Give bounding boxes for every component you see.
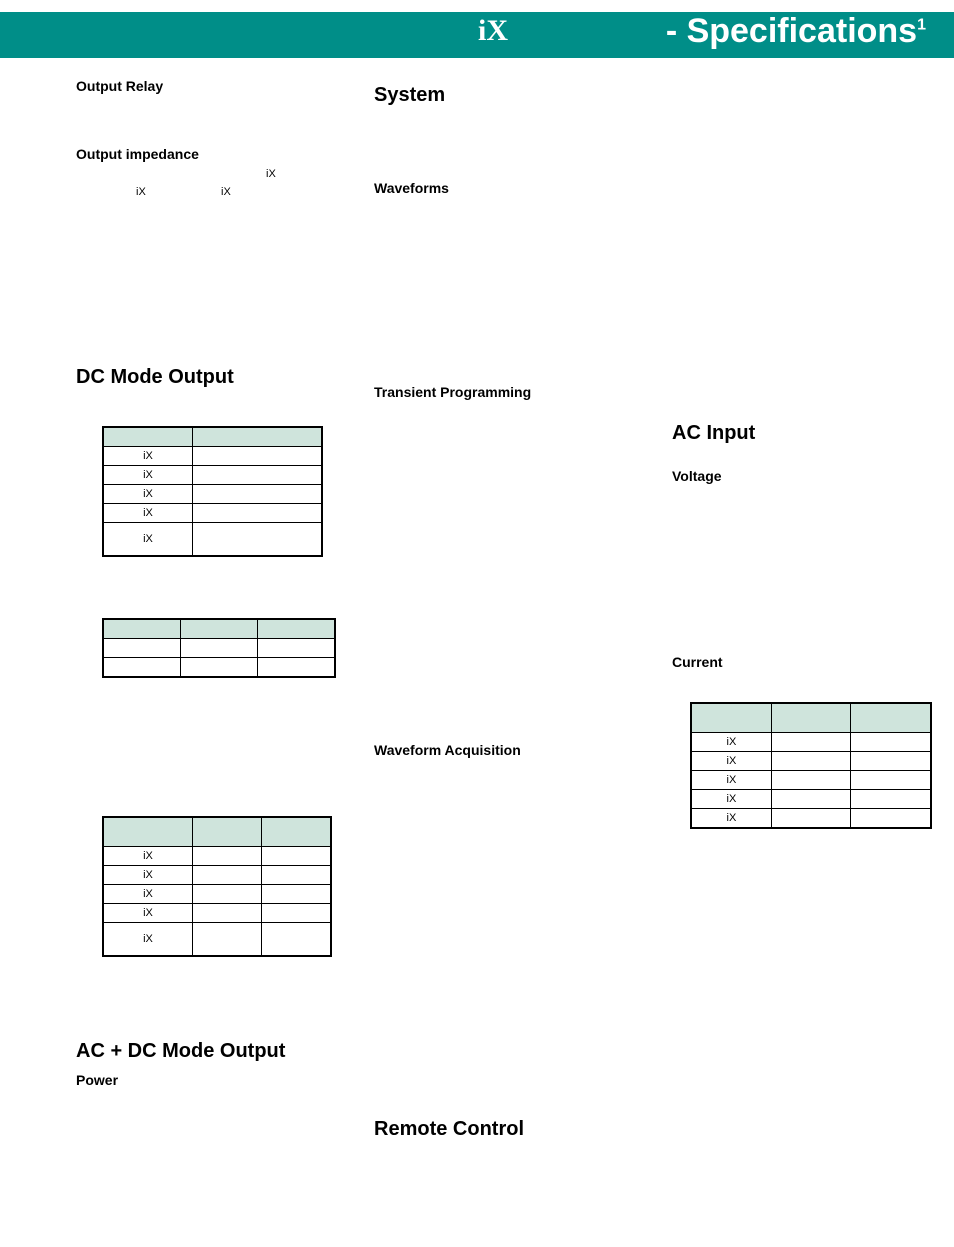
dc2-r1c1 [181, 658, 258, 678]
heading-transient: Transient Programming [374, 384, 531, 400]
cur-r1c2 [851, 752, 931, 771]
banner-title-text: - Specifications [666, 12, 917, 50]
dc3-r4c2 [262, 923, 332, 957]
dc3-r2c2 [262, 885, 332, 904]
dc3-r4c1 [193, 923, 262, 957]
cur-r1c1 [771, 752, 851, 771]
dc1-h0 [103, 427, 193, 447]
heading-ac-input: AC Input [672, 422, 755, 445]
oi-ix-a: iX [266, 168, 276, 180]
banner-title-sup: 1 [917, 17, 926, 34]
heading-remote: Remote Control [374, 1118, 524, 1141]
heading-power: Power [76, 1072, 118, 1088]
dc1-r4c0: iX [103, 523, 193, 557]
dc1-r1c1 [193, 466, 323, 485]
dc1-r0c1 [193, 447, 323, 466]
dc-table-1: iX iX iX iX iX [102, 426, 323, 557]
dc3-r3c1 [193, 904, 262, 923]
current-table: iX iX iX iX iX [690, 702, 932, 829]
dc3-r3c0: iX [103, 904, 193, 923]
dc2-h0 [103, 619, 181, 639]
cur-h1 [771, 703, 851, 733]
cur-r2c0: iX [691, 771, 771, 790]
cur-r4c2 [851, 809, 931, 829]
cur-r3c1 [771, 790, 851, 809]
dc3-r0c1 [193, 847, 262, 866]
dc2-r0c0 [103, 639, 181, 658]
dc2-r1c0 [103, 658, 181, 678]
dc3-h0 [103, 817, 193, 847]
dc3-r0c0: iX [103, 847, 193, 866]
banner-ix: iX [478, 14, 508, 48]
heading-acdc-mode: AC + DC Mode Output [76, 1040, 285, 1063]
dc1-r0c0: iX [103, 447, 193, 466]
dc3-r0c2 [262, 847, 332, 866]
oi-ix-c: iX [221, 186, 231, 198]
cur-h2 [851, 703, 931, 733]
dc1-r3c1 [193, 504, 323, 523]
dc1-r2c0: iX [103, 485, 193, 504]
dc1-r1c0: iX [103, 466, 193, 485]
dc1-h1 [193, 427, 323, 447]
cur-r4c0: iX [691, 809, 771, 829]
dc3-r1c2 [262, 866, 332, 885]
heading-voltage: Voltage [672, 468, 722, 484]
oi-ix-b: iX [136, 186, 146, 198]
dc3-r2c1 [193, 885, 262, 904]
heading-current: Current [672, 654, 723, 670]
heading-wave-acq: Waveform Acquisition [374, 742, 521, 758]
dc1-r4c1 [193, 523, 323, 557]
cur-r2c1 [771, 771, 851, 790]
dc2-r1c2 [258, 658, 336, 678]
heading-output-impedance: Output impedance [76, 146, 199, 162]
header-banner: iX - Specifications1 [0, 12, 954, 58]
heading-system: System [374, 84, 445, 107]
dc-table-2 [102, 618, 336, 678]
dc1-r3c0: iX [103, 504, 193, 523]
cur-r0c2 [851, 733, 931, 752]
dc3-r1c0: iX [103, 866, 193, 885]
cur-r3c0: iX [691, 790, 771, 809]
dc2-r0c2 [258, 639, 336, 658]
dc-table-3: iX iX iX iX iX [102, 816, 332, 957]
heading-waveforms: Waveforms [374, 180, 449, 196]
cur-r0c0: iX [691, 733, 771, 752]
heading-dc-mode: DC Mode Output [76, 366, 234, 389]
dc1-r2c1 [193, 485, 323, 504]
dc2-r0c1 [181, 639, 258, 658]
dc3-r4c0: iX [103, 923, 193, 957]
dc3-r2c0: iX [103, 885, 193, 904]
dc3-h2 [262, 817, 332, 847]
banner-title: - Specifications1 [666, 12, 926, 51]
dc2-h1 [181, 619, 258, 639]
dc2-h2 [258, 619, 336, 639]
cur-r3c2 [851, 790, 931, 809]
dc3-h1 [193, 817, 262, 847]
cur-r1c0: iX [691, 752, 771, 771]
cur-r4c1 [771, 809, 851, 829]
cur-r2c2 [851, 771, 931, 790]
dc3-r3c2 [262, 904, 332, 923]
heading-output-relay: Output Relay [76, 78, 163, 94]
dc3-r1c1 [193, 866, 262, 885]
cur-r0c1 [771, 733, 851, 752]
cur-h0 [691, 703, 771, 733]
